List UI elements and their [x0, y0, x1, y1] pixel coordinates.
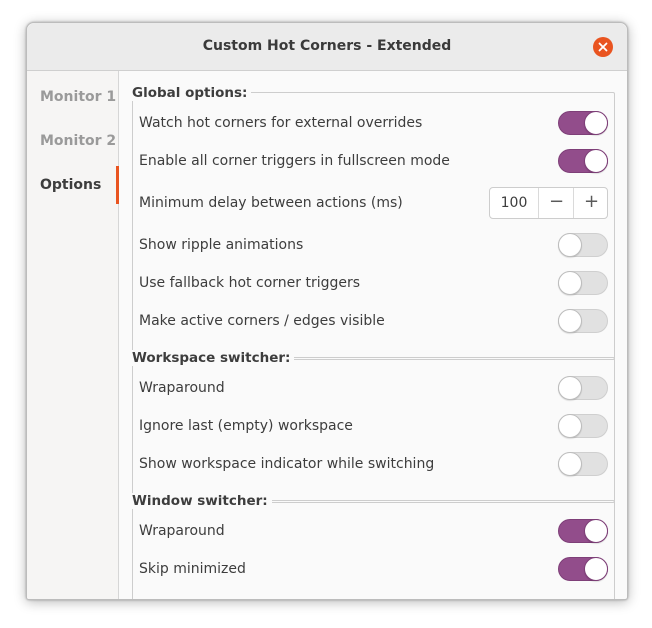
ripple-animations-label: Show ripple animations — [139, 237, 304, 253]
switch-knob — [558, 376, 582, 400]
title-bar[interactable]: Custom Hot Corners - Extended — [27, 23, 627, 71]
ignore-last-row: Ignore last (empty) workspace — [133, 407, 614, 445]
switch-knob — [558, 271, 582, 295]
ignore-last-label: Ignore last (empty) workspace — [139, 418, 353, 434]
workspace-switcher-heading: Workspace switcher: — [132, 350, 295, 366]
window-switcher-frame: Wraparound Skip minimized — [132, 500, 615, 599]
workspace-wrap-row: Wraparound — [133, 369, 614, 407]
workspace-indicator-switch[interactable] — [558, 452, 608, 476]
options-panel: Watch hot corners for external overrides… — [119, 71, 627, 599]
switch-knob — [584, 149, 608, 173]
switch-knob — [558, 233, 582, 257]
workspace-wrap-switch[interactable] — [558, 376, 608, 400]
switch-knob — [584, 111, 608, 135]
fallback-triggers-label: Use fallback hot corner triggers — [139, 275, 361, 291]
switch-knob — [558, 452, 582, 476]
sidebar-item-options[interactable]: Options — [27, 166, 119, 204]
workspace-switcher-frame: Wraparound Ignore last (empty) workspace… — [132, 357, 615, 503]
workspace-indicator-label: Show workspace indicator while switching — [139, 456, 435, 472]
window-wrap-label: Wraparound — [139, 523, 225, 539]
watch-overrides-label: Watch hot corners for external overrides — [139, 115, 423, 131]
workspace-wrap-label: Wraparound — [139, 380, 225, 396]
global-options-frame: Watch hot corners for external overrides… — [132, 92, 615, 360]
fallback-triggers-row: Use fallback hot corner triggers — [133, 264, 614, 302]
min-delay-label: Minimum delay between actions (ms) — [139, 195, 403, 211]
global-options-heading: Global options: — [132, 85, 252, 101]
fullscreen-triggers-switch[interactable] — [558, 149, 608, 173]
workspace-indicator-row: Show workspace indicator while switching — [133, 445, 614, 483]
min-delay-value[interactable]: 100 — [490, 188, 538, 218]
close-button[interactable] — [593, 37, 613, 57]
sidebar-item-monitor-2[interactable]: Monitor 2 — [27, 122, 118, 160]
visible-corners-switch[interactable] — [558, 309, 608, 333]
switch-knob — [558, 414, 582, 438]
decrement-button[interactable]: − — [538, 188, 574, 218]
fullscreen-triggers-label: Enable all corner triggers in fullscreen… — [139, 153, 450, 169]
skip-minimized-row: Skip minimized — [133, 550, 614, 588]
switch-knob — [558, 309, 582, 333]
skip-minimized-switch[interactable] — [558, 557, 608, 581]
ignore-last-switch[interactable] — [558, 414, 608, 438]
switch-knob — [584, 519, 608, 543]
window-wrap-switch[interactable] — [558, 519, 608, 543]
switch-knob — [584, 557, 608, 581]
ripple-animations-row: Show ripple animations — [133, 226, 614, 264]
increment-button[interactable]: + — [573, 188, 609, 218]
skip-minimized-label: Skip minimized — [139, 561, 246, 577]
fallback-triggers-switch[interactable] — [558, 271, 608, 295]
sidebar: Monitor 1 Monitor 2 Options — [27, 71, 119, 599]
visible-corners-row: Make active corners / edges visible — [133, 302, 614, 340]
min-delay-spinbutton: 100 − + — [489, 187, 608, 219]
window-title: Custom Hot Corners - Extended — [202, 38, 452, 54]
window-wrap-row: Wraparound — [133, 512, 614, 550]
sidebar-item-monitor-1[interactable]: Monitor 1 — [27, 78, 118, 116]
ripple-animations-switch[interactable] — [558, 233, 608, 257]
close-icon — [598, 42, 608, 52]
min-delay-row: Minimum delay between actions (ms) 100 −… — [133, 184, 614, 222]
watch-overrides-row: Watch hot corners for external overrides — [133, 104, 614, 142]
visible-corners-label: Make active corners / edges visible — [139, 313, 385, 329]
watch-overrides-switch[interactable] — [558, 111, 608, 135]
preferences-window: Custom Hot Corners - Extended Monitor 1 … — [26, 22, 628, 600]
window-switcher-heading: Window switcher: — [132, 493, 272, 509]
fullscreen-triggers-row: Enable all corner triggers in fullscreen… — [133, 142, 614, 180]
